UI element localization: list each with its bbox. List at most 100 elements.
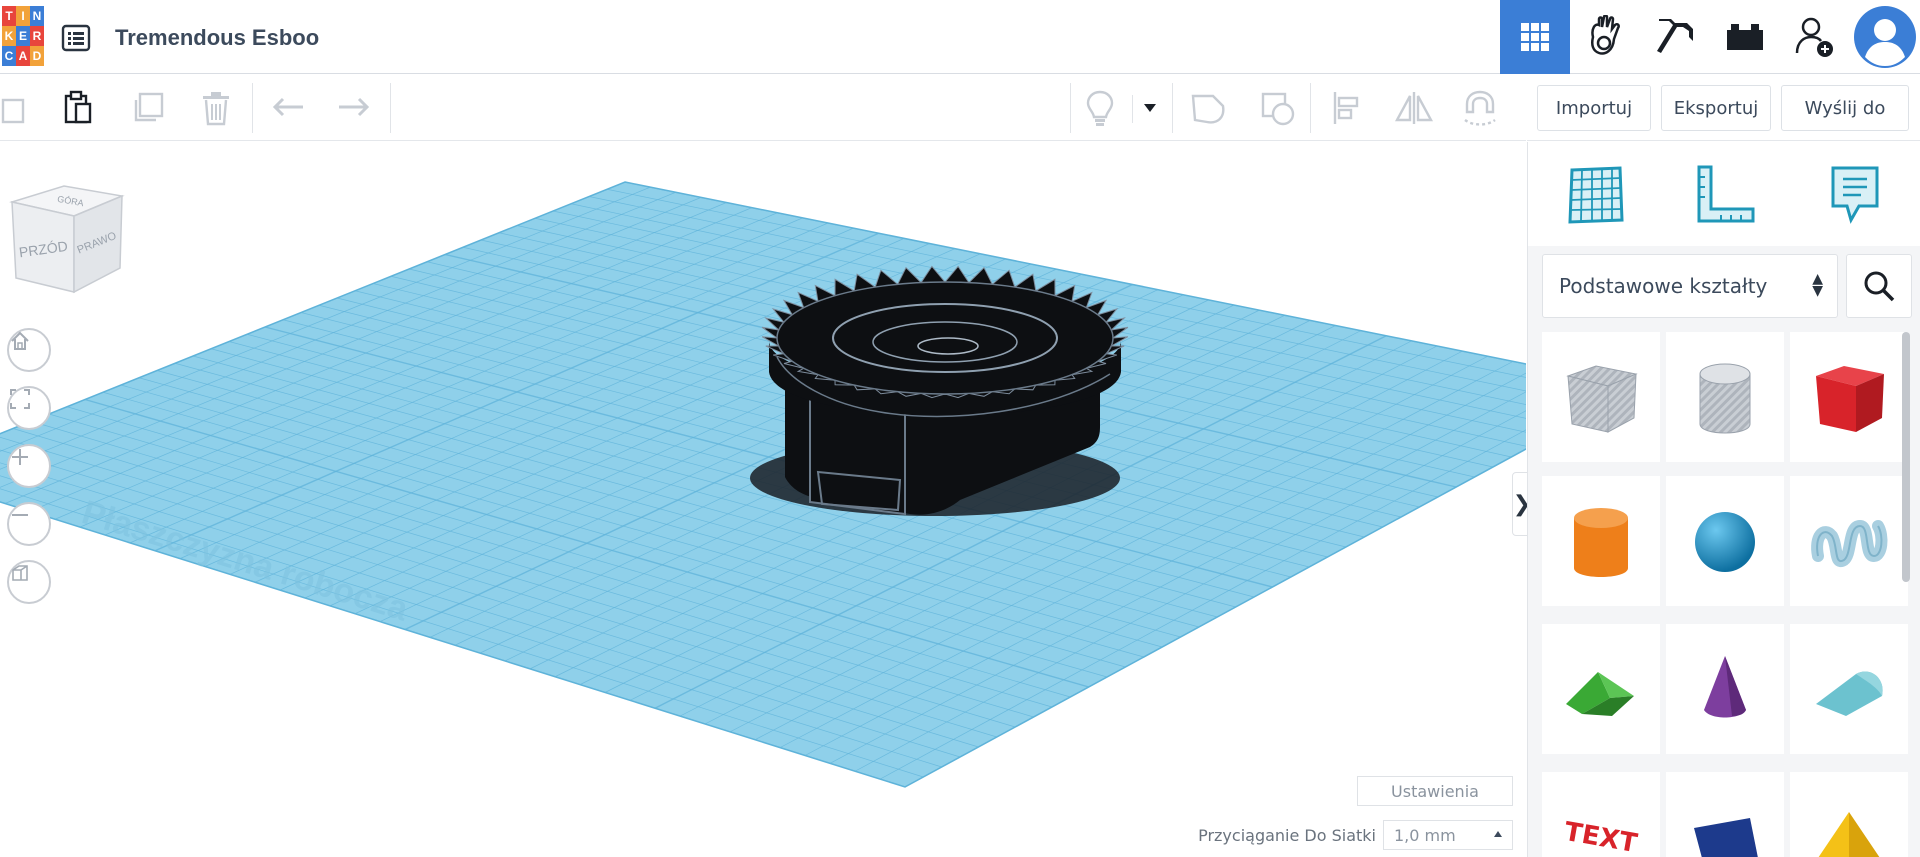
box-hole-icon	[1566, 365, 1638, 433]
toolbar-separator	[252, 83, 253, 133]
shape-library-select[interactable]: Podstawowe kształty ▲ ▼	[1542, 254, 1838, 318]
send-to-button[interactable]: Wyślij do	[1781, 85, 1909, 131]
pickaxe-icon	[1657, 19, 1693, 53]
redo-button[interactable]	[332, 86, 376, 130]
shape-sphere[interactable]	[1666, 476, 1784, 606]
export-button[interactable]: Eksportuj	[1661, 85, 1771, 131]
zoom-in-button[interactable]	[7, 444, 51, 488]
perspective-button[interactable]	[7, 560, 51, 604]
tinkercad-logo[interactable]: TINKERCAD	[2, 6, 44, 68]
redo-icon	[339, 97, 370, 117]
notes-icon	[1831, 166, 1879, 224]
round-roof-icon	[1816, 671, 1883, 716]
box-icon	[1816, 366, 1884, 432]
panel-tools	[1528, 142, 1920, 246]
logo-letter: N	[30, 6, 44, 26]
zoom-out-icon	[12, 514, 28, 516]
shape-scribble[interactable]	[1790, 476, 1908, 606]
zoom-out-button[interactable]	[7, 502, 51, 546]
shape-text[interactable]: TEXT	[1542, 772, 1660, 857]
mirror-button[interactable]	[1392, 86, 1436, 130]
delete-icon	[203, 92, 229, 126]
workplane-tool-button[interactable]	[1562, 160, 1632, 230]
duplicate-button[interactable]	[126, 86, 170, 130]
tinkercad-app: TINKERCAD Tremendous Esboo Importuj Eksp…	[0, 0, 1920, 857]
top-header: TINKERCAD Tremendous Esboo	[0, 0, 1920, 74]
undo-icon	[272, 97, 303, 117]
export-toolbar: Importuj Eksportuj Wyślij do	[1527, 75, 1920, 141]
shapes-panel: Podstawowe kształty ▲ ▼ TEXT	[1527, 142, 1920, 857]
cone-icon	[1704, 656, 1746, 718]
zoom-in-icon	[12, 449, 28, 465]
align-button[interactable]	[1326, 86, 1370, 130]
shape-box-hole[interactable]	[1542, 332, 1660, 462]
svg-text:TEXT: TEXT	[1562, 817, 1640, 857]
grid-view-icon	[1521, 23, 1549, 51]
shape-roof[interactable]	[1542, 624, 1660, 754]
solid-button[interactable]	[1186, 86, 1230, 130]
settings-button[interactable]: Ustawienia	[1357, 776, 1513, 806]
paste-button[interactable]	[56, 86, 100, 130]
import-button[interactable]: Importuj	[1537, 85, 1651, 131]
pyramid-icon	[1818, 812, 1880, 857]
hole-button[interactable]	[1256, 86, 1300, 130]
avatar-icon	[1854, 6, 1916, 68]
copy-icon	[1, 98, 25, 124]
grid-view-button[interactable]	[1500, 0, 1570, 74]
search-icon	[1864, 271, 1895, 302]
user-avatar-button[interactable]	[1850, 0, 1920, 74]
home-view-button[interactable]	[7, 328, 51, 372]
toolbar-separator	[390, 83, 391, 133]
add-user-icon	[1795, 17, 1833, 57]
notes-tool-button[interactable]	[1820, 160, 1890, 230]
toolbar-separator	[1070, 83, 1071, 133]
toolbar-separator	[1172, 83, 1173, 133]
gallery-button[interactable]	[1570, 0, 1640, 74]
shape-list-scrollbar[interactable]	[1902, 332, 1910, 582]
ruler-icon	[1697, 165, 1755, 223]
minecraft-button[interactable]	[1640, 0, 1710, 74]
invite-user-button[interactable]	[1780, 0, 1850, 74]
snap-grid-value: 1,0 mm	[1394, 825, 1456, 845]
cruise-button[interactable]	[1458, 86, 1502, 130]
logo-letter: K	[2, 26, 16, 46]
delete-button[interactable]	[194, 86, 238, 130]
mirror-icon	[1394, 92, 1434, 124]
shape-cone[interactable]	[1666, 624, 1784, 754]
undo-button[interactable]	[266, 86, 310, 130]
show-all-button[interactable]	[1078, 86, 1122, 130]
roof-icon	[1566, 672, 1634, 716]
shape-search-button[interactable]	[1846, 254, 1912, 318]
shape-wedge[interactable]	[1666, 772, 1784, 857]
lego-button[interactable]	[1710, 0, 1780, 74]
wedge-icon	[1694, 818, 1758, 857]
copy-button[interactable]	[0, 86, 36, 130]
duplicate-icon	[134, 92, 164, 122]
view-cube[interactable]: GÓRA PRZÓD PRAWO	[8, 182, 126, 302]
list-icon	[61, 24, 91, 52]
fit-view-button[interactable]	[7, 386, 51, 430]
toolbar-separator	[1310, 83, 1311, 133]
snap-grid-select[interactable]: 1,0 mm	[1383, 820, 1513, 850]
shape-library-label: Podstawowe kształty	[1559, 274, 1768, 298]
light-dropdown-button[interactable]	[1130, 86, 1170, 130]
logo-letter: A	[16, 46, 30, 66]
shape-pyramid[interactable]	[1790, 772, 1908, 857]
updown-caret-icon: ▲ ▼	[1812, 271, 1823, 299]
ruler-tool-button[interactable]	[1690, 160, 1760, 230]
shape-cylinder[interactable]	[1542, 476, 1660, 606]
project-title[interactable]: Tremendous Esboo	[115, 22, 319, 54]
snap-grid-label: Przyciąganie Do Siatki	[1198, 826, 1376, 845]
logo-letter: I	[16, 6, 30, 26]
3d-viewport[interactable]: Płaszczyzna robocza GÓRA PRZÓD PRAWO	[0, 142, 1526, 857]
logo-letter: E	[16, 26, 30, 46]
shape-box[interactable]	[1790, 332, 1908, 462]
workplane-scene[interactable]: Płaszczyzna robocza	[0, 142, 1526, 857]
light-bulb-icon	[1086, 90, 1114, 126]
brick-icon	[1727, 24, 1763, 50]
shape-cylinder-hole[interactable]	[1666, 332, 1784, 462]
shape-round-roof[interactable]	[1790, 624, 1908, 754]
logo-letter: R	[30, 26, 44, 46]
sphere-icon	[1695, 512, 1755, 572]
design-menu-button[interactable]	[60, 22, 92, 54]
